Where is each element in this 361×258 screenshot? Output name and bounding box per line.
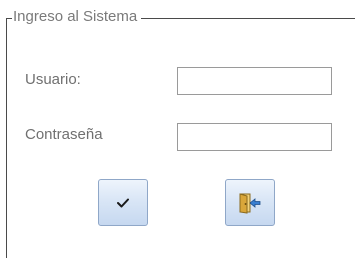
exit-door-icon (239, 192, 261, 214)
accept-button[interactable] (98, 179, 148, 226)
username-input[interactable] (177, 67, 332, 95)
password-label: Contraseña (25, 126, 103, 143)
checkmark-icon (117, 198, 129, 207)
login-group-title: Ingreso al Sistema (12, 8, 142, 26)
username-label: Usuario: (25, 71, 81, 88)
exit-button[interactable] (225, 179, 275, 226)
password-input[interactable] (177, 123, 332, 151)
